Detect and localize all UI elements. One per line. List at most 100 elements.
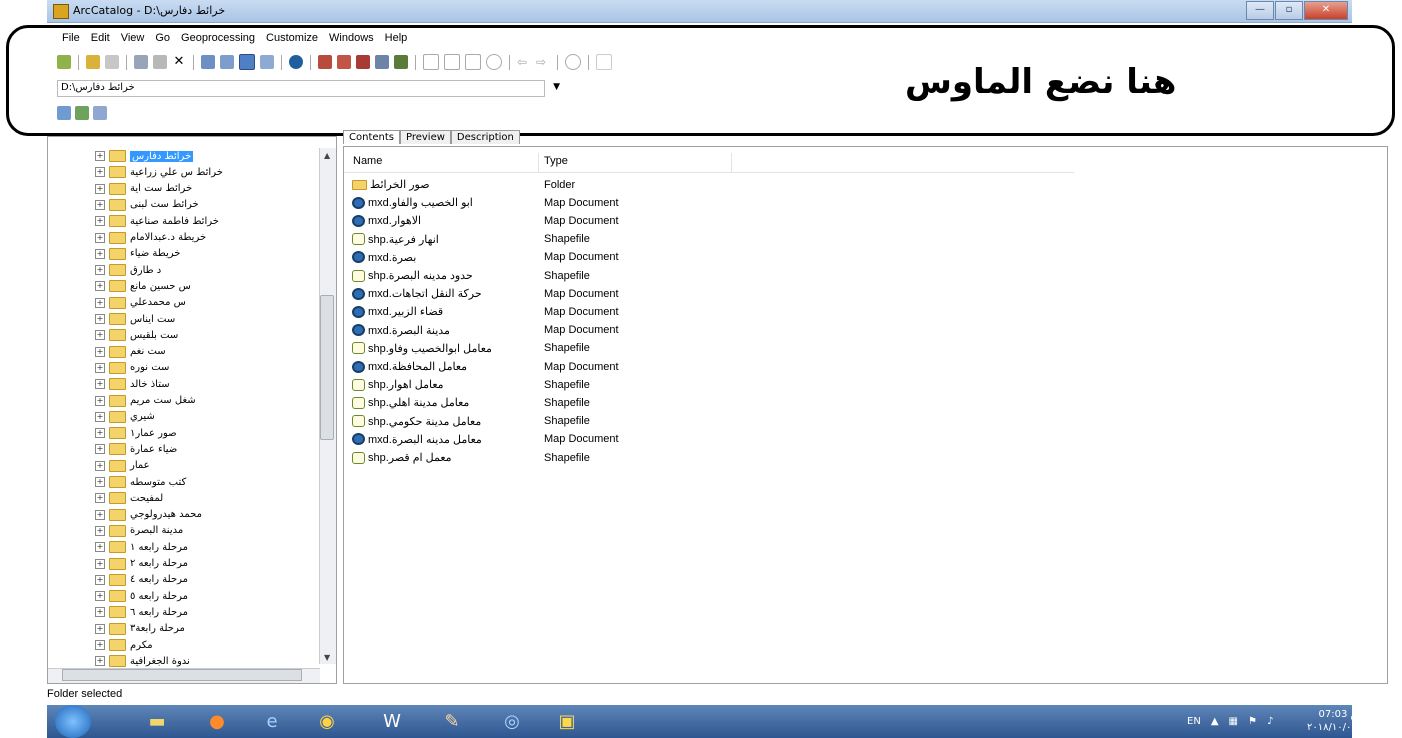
expand-plus-icon[interactable]: + xyxy=(95,542,105,553)
maximize-button[interactable]: ▫ xyxy=(1275,1,1303,20)
list-item[interactable]: صور الخرائط Folder xyxy=(352,176,575,193)
list-item[interactable]: حدود مدينه البصرة.shp Shapefile xyxy=(352,267,590,284)
list-item[interactable]: معمل ام قصر.shp Shapefile xyxy=(352,449,590,466)
close-button[interactable]: ✕ xyxy=(1304,1,1348,20)
expand-plus-icon[interactable]: + xyxy=(95,493,105,504)
internet-explorer-taskbar-icon[interactable]: e xyxy=(247,707,297,736)
list-item[interactable]: بصرة.mxd Map Document xyxy=(352,249,619,266)
tree-folder-item[interactable]: + ندوة الجغرافية xyxy=(95,653,190,669)
expand-plus-icon[interactable]: + xyxy=(95,607,105,618)
tree-folder-item[interactable]: + خرائط دفارس xyxy=(95,148,194,164)
word-taskbar-icon[interactable]: W xyxy=(367,707,417,736)
tree-folder-item[interactable]: + خرائط ست لبنى xyxy=(95,197,199,213)
list-item[interactable]: ابو الخصيب والفاو.mxd Map Document xyxy=(352,194,619,211)
tab-contents[interactable]: Contents xyxy=(343,130,400,144)
expand-plus-icon[interactable]: + xyxy=(95,656,105,667)
explorer-taskbar-icon[interactable]: ▬ xyxy=(132,707,182,736)
tree-folder-item[interactable]: + ضياء عمارة xyxy=(95,441,177,457)
expand-plus-icon[interactable]: + xyxy=(95,232,105,243)
expand-plus-icon[interactable]: + xyxy=(95,265,105,276)
expand-plus-icon[interactable]: + xyxy=(95,297,105,308)
expand-plus-icon[interactable]: + xyxy=(95,444,105,455)
tree-scroll-thumb[interactable] xyxy=(320,295,334,440)
tree-folder-item[interactable]: + مرحلة رابعه ٢ xyxy=(95,556,188,572)
expand-plus-icon[interactable]: + xyxy=(95,477,105,487)
expand-plus-icon[interactable]: + xyxy=(95,640,105,650)
start-button[interactable] xyxy=(55,705,91,738)
list-item[interactable]: معامل مدينة حكومي.shp Shapefile xyxy=(352,413,590,430)
expand-plus-icon[interactable]: + xyxy=(95,379,105,390)
tree-folder-item[interactable]: + س محمدعلي xyxy=(95,295,186,311)
expand-plus-icon[interactable]: + xyxy=(95,151,105,161)
list-item[interactable]: معامل المحافظة.mxd Map Document xyxy=(352,358,619,375)
tree-folder-item[interactable]: + مرحلة رابعه ٤ xyxy=(95,572,188,588)
expand-plus-icon[interactable]: + xyxy=(95,395,105,406)
language-indicator[interactable]: EN xyxy=(1187,716,1201,727)
expand-plus-icon[interactable]: + xyxy=(95,216,105,227)
expand-plus-icon[interactable]: + xyxy=(95,346,105,357)
tree-folder-item[interactable]: + د طارق xyxy=(95,262,161,278)
media-player-taskbar-icon[interactable]: ● xyxy=(192,707,242,736)
tree-folder-item[interactable]: + ست ايناس xyxy=(95,311,175,327)
arccatalog-taskbar-icon[interactable]: ▣ xyxy=(542,707,592,736)
tree-folder-item[interactable]: + مرحلة رابعه ٥ xyxy=(95,588,188,604)
expand-plus-icon[interactable]: + xyxy=(95,460,105,471)
tree-folder-item[interactable]: + عمار xyxy=(95,458,150,474)
tree-folder-item[interactable]: + مرحلة رابعة٣ xyxy=(95,621,185,637)
tree-folder-item[interactable]: + خريطة د.عبدالامام xyxy=(95,230,206,246)
tree-folder-item[interactable]: + ست بلقيس xyxy=(95,327,178,343)
list-item[interactable]: حركة النقل اتجاهات.mxd Map Document xyxy=(352,285,619,302)
expand-plus-icon[interactable]: + xyxy=(95,199,105,210)
tree-folder-item[interactable]: + خرائط س علي زراعية xyxy=(95,164,223,180)
expand-plus-icon[interactable]: + xyxy=(95,525,105,536)
tab-preview[interactable]: Preview xyxy=(399,130,451,144)
expand-plus-icon[interactable]: + xyxy=(95,558,105,569)
tree-folder-item[interactable]: + لمفيحت xyxy=(95,490,163,506)
tree-folder-item[interactable]: + خرائط ست اية xyxy=(95,181,192,197)
tree-folder-item[interactable]: + س حسين مانع xyxy=(95,278,191,294)
column-name-header[interactable]: Name xyxy=(353,155,382,167)
tree-folder-item[interactable]: + كتب متوسطه xyxy=(95,474,186,490)
expand-plus-icon[interactable]: + xyxy=(95,623,105,634)
chrome-taskbar-icon[interactable]: ◉ xyxy=(302,707,352,736)
expand-plus-icon[interactable]: + xyxy=(95,314,105,324)
expand-plus-icon[interactable]: + xyxy=(95,428,105,439)
tree-folder-item[interactable]: + صور عمار١ xyxy=(95,425,177,441)
list-item[interactable]: قضاء الزبير.mxd Map Document xyxy=(352,303,619,320)
tree-hscroll-thumb[interactable] xyxy=(62,669,302,681)
tree-folder-item[interactable]: + خرائط فاطمة صناعية xyxy=(95,213,219,229)
clock[interactable]: 07:03 م ٢٠١٨/١٠/٠٥ xyxy=(1307,708,1357,734)
list-item[interactable]: انهار فرعية.shp Shapefile xyxy=(352,231,590,248)
volume-icon[interactable]: ♪ xyxy=(1267,716,1273,727)
list-item[interactable]: معامل مدينة اهلي.shp Shapefile xyxy=(352,394,590,411)
tree-folder-item[interactable]: + محمد هيدرولوجي xyxy=(95,507,202,523)
minimize-button[interactable]: — xyxy=(1246,1,1274,20)
expand-plus-icon[interactable]: + xyxy=(95,411,105,422)
expand-plus-icon[interactable]: + xyxy=(95,167,105,178)
expand-plus-icon[interactable]: + xyxy=(95,248,105,259)
expand-plus-icon[interactable]: + xyxy=(95,183,105,194)
list-item[interactable]: معامل ابوالخصيب وفاو.shp Shapefile xyxy=(352,340,590,357)
scroll-up-arrow-icon[interactable]: ▲ xyxy=(324,151,330,160)
arcmap-taskbar-icon[interactable]: ◎ xyxy=(487,707,537,736)
tree-folder-item[interactable]: + مكرم xyxy=(95,637,153,653)
list-item[interactable]: الاهوار.mxd Map Document xyxy=(352,212,619,229)
tree-folder-item[interactable]: + ست نغم xyxy=(95,344,166,360)
tab-description[interactable]: Description xyxy=(450,130,520,144)
tree-folder-item[interactable]: + مرحلة رابعه ٦ xyxy=(95,604,188,620)
tree-folder-item[interactable]: + خريطة ضياء xyxy=(95,246,180,262)
expand-plus-icon[interactable]: + xyxy=(95,330,105,341)
tree-folder-item[interactable]: + شغل ست مريم xyxy=(95,393,196,409)
list-item[interactable]: مدينة البصرة.mxd Map Document xyxy=(352,322,619,339)
column-type-header[interactable]: Type xyxy=(544,155,568,167)
expand-plus-icon[interactable]: + xyxy=(95,509,105,520)
scroll-down-arrow-icon[interactable]: ▼ xyxy=(324,653,330,662)
expand-plus-icon[interactable]: + xyxy=(95,362,105,373)
expand-plus-icon[interactable]: + xyxy=(95,574,105,585)
tree-folder-item[interactable]: + ست نوره xyxy=(95,360,169,376)
expand-plus-icon[interactable]: + xyxy=(95,591,105,602)
contents-pane[interactable] xyxy=(343,146,1388,684)
expand-plus-icon[interactable]: + xyxy=(95,281,105,292)
tree-folder-item[interactable]: + شيري xyxy=(95,409,155,425)
network-icon[interactable]: ▦ xyxy=(1229,716,1238,727)
